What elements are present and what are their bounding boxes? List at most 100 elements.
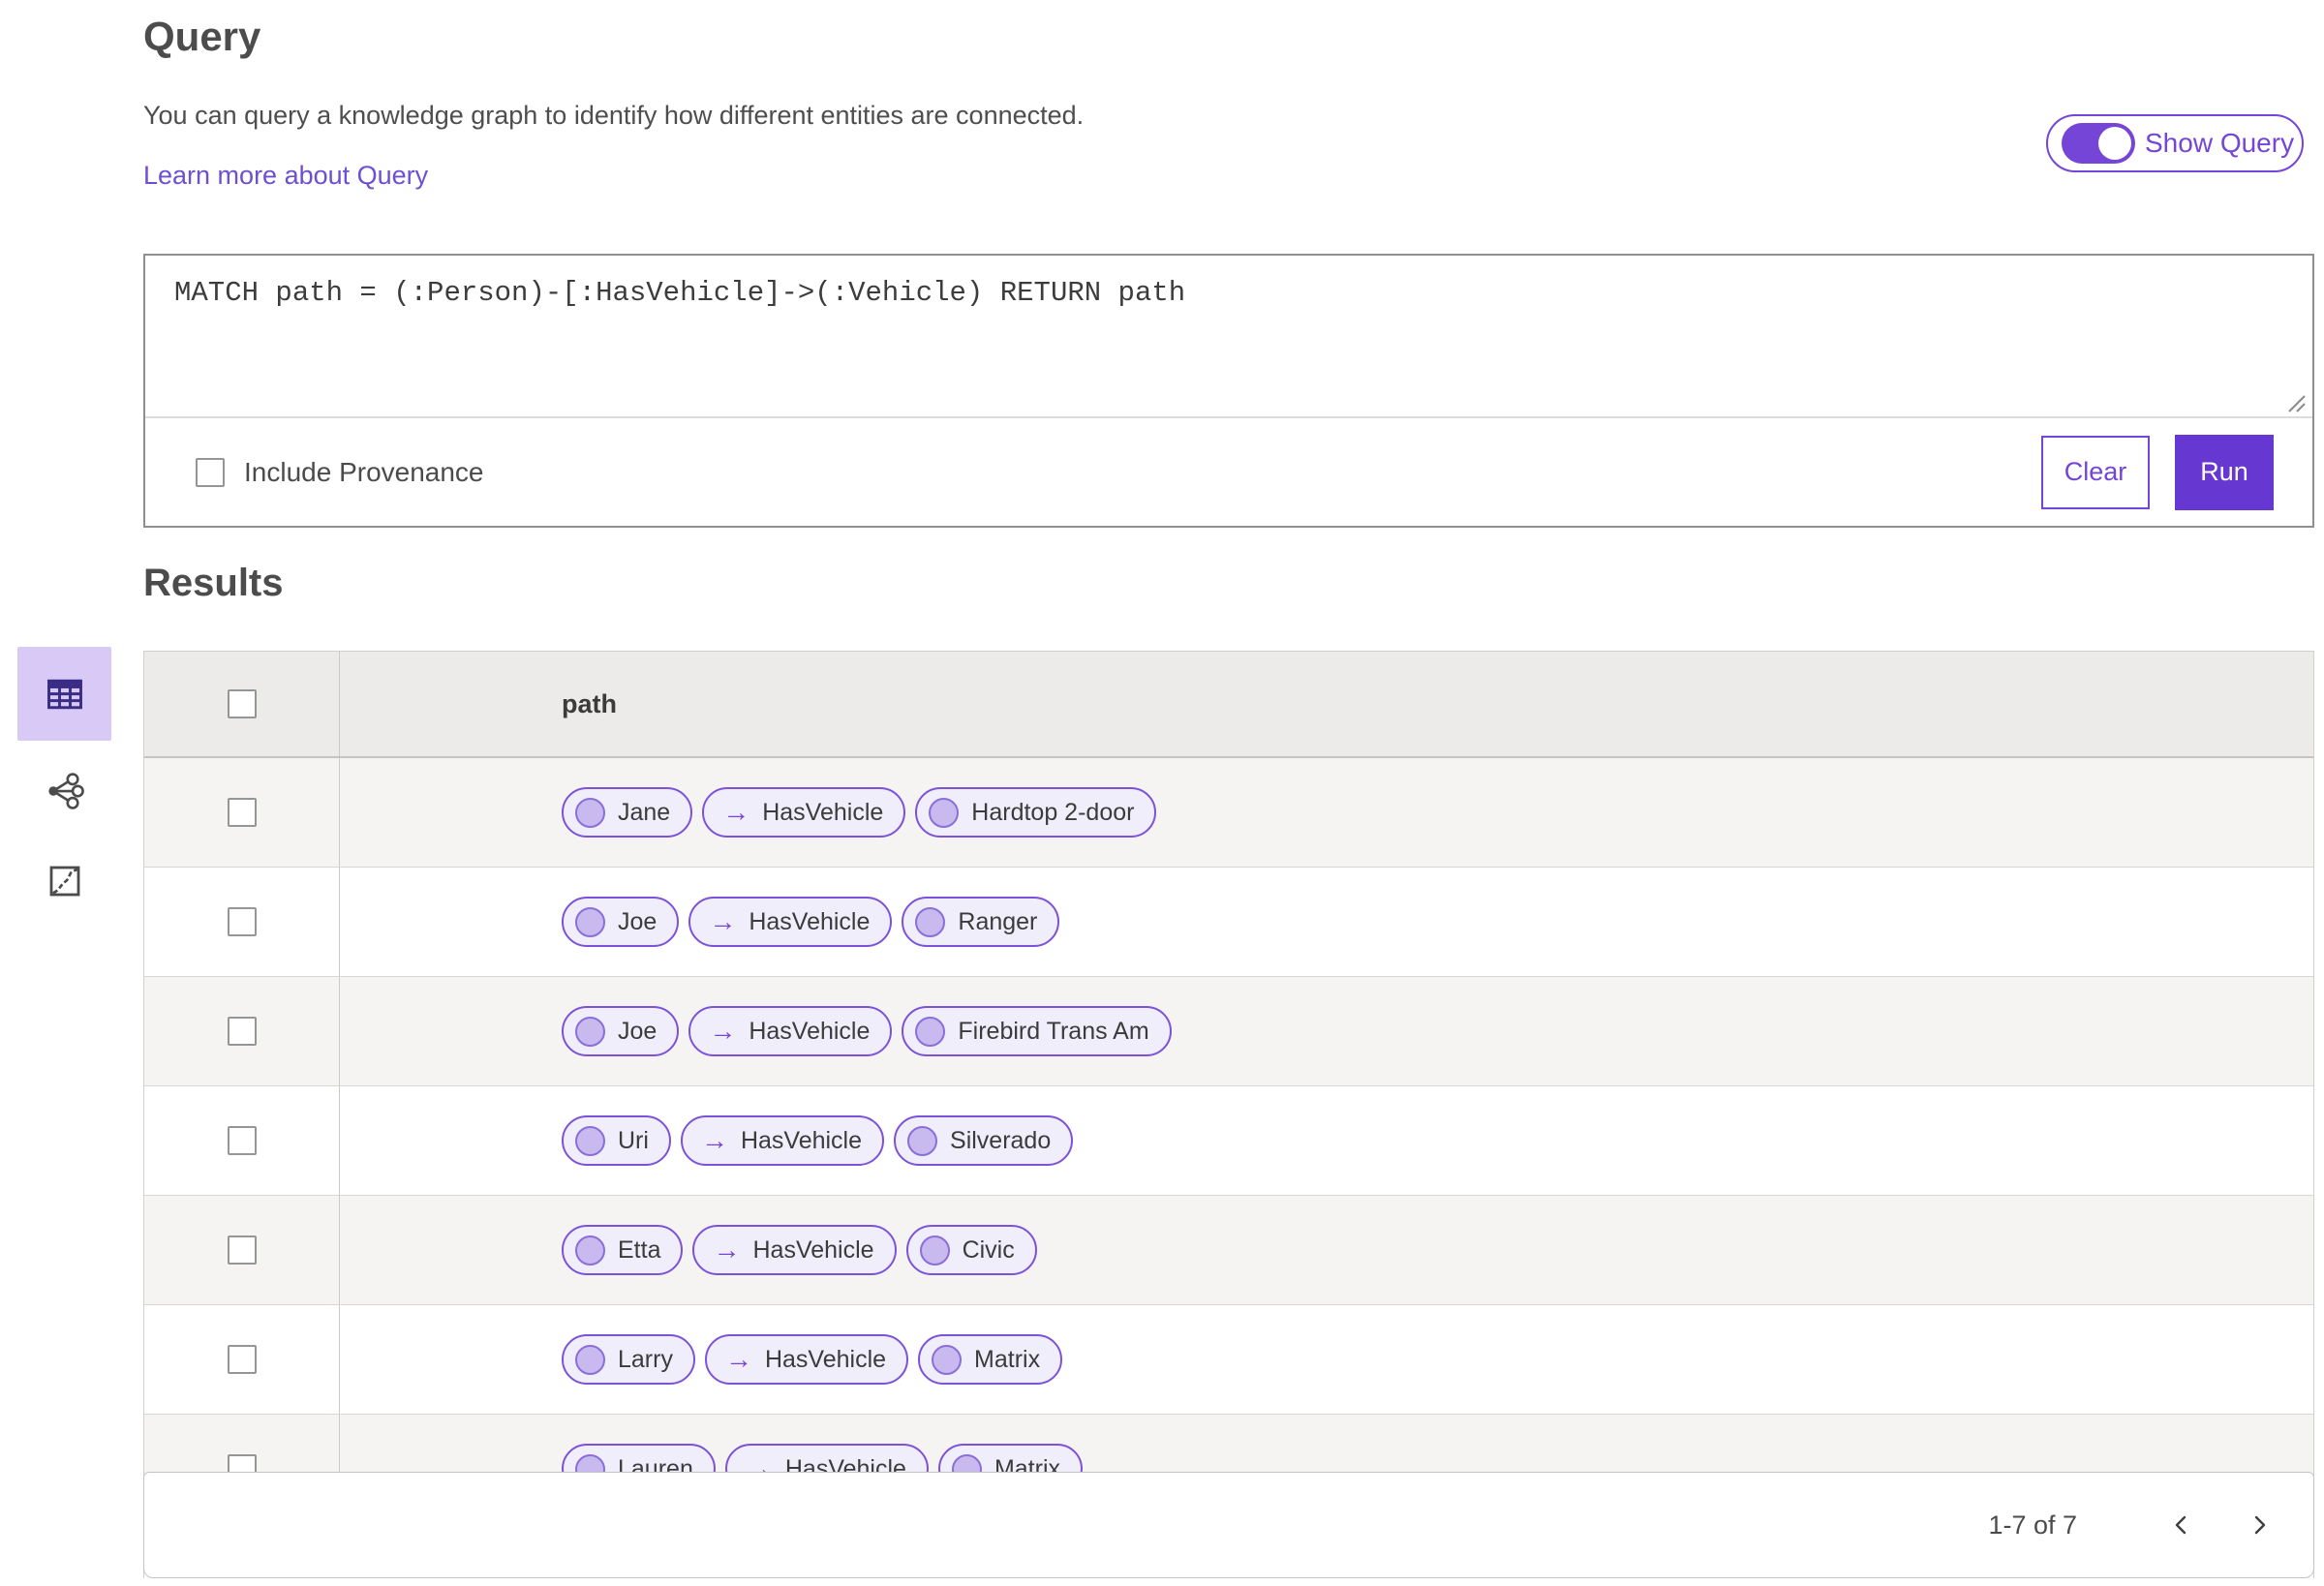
view-table-button[interactable] [17, 647, 111, 741]
results-title: Results [143, 562, 284, 604]
entity-pill[interactable]: Firebird Trans Am [902, 1006, 1172, 1056]
row-checkbox[interactable] [227, 1345, 257, 1374]
arrow-right-icon: → [709, 906, 737, 936]
run-button[interactable]: Run [2175, 434, 2274, 510]
relationship-pill[interactable]: → HasVehicle [702, 787, 906, 838]
query-panel: MATCH path = (:Person)-[:HasVehicle]->(:… [143, 254, 2314, 528]
view-link-chart-button[interactable] [17, 760, 111, 822]
table-row: Joe → HasVehicle Firebird Trans Am [144, 977, 2313, 1086]
entity-pill[interactable]: Jane [562, 787, 693, 838]
table-rows: Jane → HasVehicle Hardtop 2-door Joe → HasVeh… [144, 758, 2313, 1524]
pill-label: Joe [618, 1017, 657, 1045]
entity-pill[interactable]: Larry [562, 1334, 695, 1385]
entity-pill[interactable]: Ranger [902, 897, 1060, 947]
entity-node-icon [575, 797, 605, 828]
row-select-cell [144, 1305, 340, 1414]
row-checkbox[interactable] [227, 1235, 257, 1265]
pill-label: Jane [618, 798, 671, 826]
entity-pill[interactable]: Matrix [918, 1334, 1063, 1385]
pill-label: HasVehicle [752, 1235, 874, 1264]
query-page: Query You can query a knowledge graph to… [0, 0, 2324, 1586]
table-row: Joe → HasVehicle Ranger [144, 868, 2313, 977]
include-provenance-label: Include Provenance [244, 456, 484, 487]
learn-more-link[interactable]: Learn more about Query [143, 161, 428, 191]
entity-node-icon [929, 797, 960, 828]
pill-label: HasVehicle [749, 1017, 871, 1045]
relationship-pill[interactable]: → HasVehicle [680, 1115, 885, 1166]
pagination-range: 1-7 of 7 [1988, 1510, 2077, 1540]
pill-label: Etta [618, 1235, 661, 1264]
query-description: You can query a knowledge graph to ident… [143, 101, 1085, 130]
include-provenance-checkbox[interactable] [196, 457, 225, 487]
path-column-header: path [562, 688, 617, 718]
select-all-checkbox[interactable] [227, 689, 257, 718]
entity-pill[interactable]: Etta [562, 1225, 684, 1275]
entity-node-icon [575, 1125, 605, 1156]
arrow-right-icon: → [709, 1016, 737, 1046]
row-checkbox[interactable] [227, 798, 257, 827]
entity-pill[interactable]: Joe [562, 1006, 680, 1056]
path-cell: Etta → HasVehicle Civic [340, 1196, 2313, 1304]
entity-pill[interactable]: Uri [562, 1115, 671, 1166]
table-row: Uri → HasVehicle Silverado [144, 1086, 2313, 1196]
arrow-right-icon: → [724, 1344, 752, 1374]
resize-handle-icon[interactable] [2284, 391, 2308, 414]
entity-pill[interactable]: Civic [905, 1225, 1037, 1275]
table-header-row: path [144, 652, 2313, 758]
pill-label: Silverado [950, 1126, 1052, 1154]
arrow-right-icon: → [713, 1235, 741, 1265]
select-all-cell [144, 652, 340, 756]
relationship-pill[interactable]: → HasVehicle [692, 1225, 897, 1275]
relationship-pill[interactable]: → HasVehicle [704, 1334, 909, 1385]
pill-label: HasVehicle [749, 907, 871, 935]
query-actions: Clear Run [2041, 434, 2274, 510]
pill-label: HasVehicle [740, 1126, 863, 1154]
table-row: Larry → HasVehicle Matrix [144, 1305, 2313, 1415]
entity-node-icon [575, 1344, 605, 1375]
map-icon [49, 866, 79, 897]
path-cell: Jane → HasVehicle Hardtop 2-door [340, 758, 2313, 867]
next-page-button[interactable] [2238, 1504, 2280, 1546]
row-checkbox[interactable] [227, 907, 257, 936]
pill-label: Uri [618, 1126, 649, 1154]
pill-label: Ranger [958, 907, 1038, 935]
entity-node-icon [932, 1344, 963, 1375]
pill-label: HasVehicle [764, 1345, 887, 1373]
path-cell: Joe → HasVehicle Firebird Trans Am [340, 977, 2313, 1085]
entity-node-icon [915, 906, 946, 937]
relationship-pill[interactable]: → HasVehicle [688, 897, 893, 947]
path-cell: Larry → HasVehicle Matrix [340, 1305, 2313, 1414]
row-select-cell [144, 977, 340, 1085]
row-select-cell [144, 758, 340, 867]
path-cell: Uri → HasVehicle Silverado [340, 1086, 2313, 1195]
relationship-pill[interactable]: → HasVehicle [688, 1006, 893, 1056]
clear-button[interactable]: Clear [2041, 435, 2150, 509]
pill-label: Larry [618, 1345, 673, 1373]
view-map-button[interactable] [17, 850, 111, 912]
row-checkbox[interactable] [227, 1126, 257, 1155]
row-select-cell [144, 868, 340, 976]
results-view-sidebar [17, 647, 111, 947]
toggle-knob [2098, 127, 2131, 160]
chevron-right-icon [2254, 1515, 2266, 1535]
show-query-label: Show Query [2145, 128, 2295, 158]
query-input[interactable]: MATCH path = (:Person)-[:HasVehicle]->(:… [145, 256, 2312, 418]
arrow-right-icon: → [700, 1125, 728, 1155]
pill-label: Hardtop 2-door [971, 798, 1135, 826]
show-query-toggle[interactable]: Show Query [2046, 114, 2304, 172]
link-chart-icon [47, 773, 84, 809]
toggle-switch-icon[interactable] [2062, 123, 2135, 164]
entity-pill[interactable]: Silverado [894, 1115, 1074, 1166]
previous-page-button[interactable] [2160, 1504, 2203, 1546]
row-checkbox[interactable] [227, 1017, 257, 1046]
include-provenance-option[interactable]: Include Provenance [196, 457, 484, 488]
entity-pill[interactable]: Joe [562, 897, 680, 947]
table-row: Jane → HasVehicle Hardtop 2-door [144, 758, 2313, 868]
table-grid-icon [46, 679, 82, 709]
entity-pill[interactable]: Hardtop 2-door [915, 787, 1157, 838]
pagination-bar: 1-7 of 7 [143, 1472, 2314, 1578]
pill-label: Matrix [974, 1345, 1041, 1373]
chevron-left-icon [2175, 1515, 2186, 1535]
pill-label: HasVehicle [762, 798, 884, 826]
pill-label: Civic [962, 1235, 1015, 1264]
